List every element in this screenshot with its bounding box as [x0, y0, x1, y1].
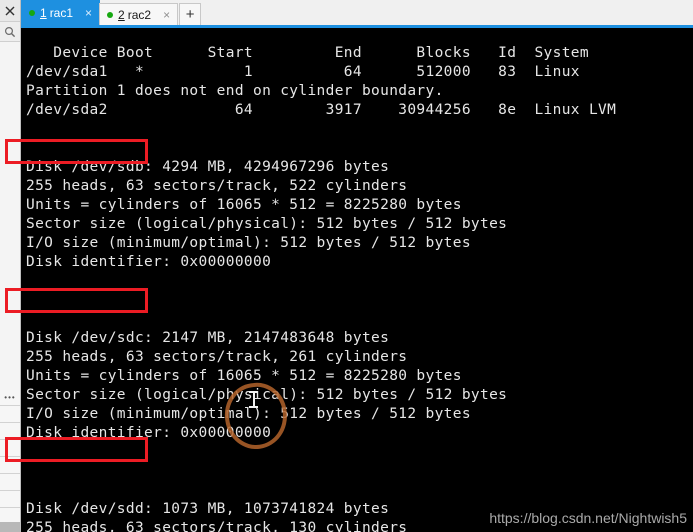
terminal-line: Disk identifier: 0x00000000: [26, 425, 272, 441]
terminal-line: Disk /dev/sdb: 4294 MB, 4294967296 bytes: [26, 159, 390, 175]
sidebar-overflow-dots[interactable]: •••: [0, 390, 20, 406]
sidebar-session-list[interactable]: •••: [0, 390, 20, 532]
tab-status-dot-icon: [107, 11, 114, 18]
close-icon[interactable]: [0, 0, 20, 22]
terminal-line: Sector size (logical/physical): 512 byte…: [26, 387, 508, 403]
terminal-line: 255 heads, 63 sectors/track, 261 cylinde…: [26, 349, 408, 365]
tab-close-icon[interactable]: ×: [161, 9, 172, 21]
terminal-line: Device Boot Start End Blocks Id System: [26, 45, 589, 61]
tab-close-icon[interactable]: ×: [83, 7, 94, 19]
terminal-line: /dev/sda2 64 3917 30944256 8e Linux LVM: [26, 102, 617, 118]
tab-rac2[interactable]: 2 rac2 ×: [99, 3, 179, 25]
terminal-line: I/O size (minimum/optimal): 512 bytes / …: [26, 235, 471, 251]
terminal-line: Partition 1 does not end on cylinder bou…: [26, 83, 444, 99]
sidebar-list-item[interactable]: [0, 457, 20, 474]
tab-index: 2: [118, 7, 125, 22]
terminal-line: Units = cylinders of 16065 * 512 = 82252…: [26, 368, 462, 384]
tab-rac1[interactable]: 1 rac1 ×: [21, 0, 101, 25]
terminal-text: Device Boot Start End Blocks Id System/d…: [21, 44, 693, 532]
terminal-line: Sector size (logical/physical): 512 byte…: [26, 216, 508, 232]
terminal-output-pane[interactable]: Device Boot Start End Blocks Id System/d…: [21, 28, 693, 532]
tab-label: rac1: [49, 6, 74, 20]
sidebar-list-item[interactable]: [0, 423, 20, 440]
tab-status-dot-icon: [29, 10, 35, 16]
sidebar-list-item[interactable]: [0, 406, 20, 423]
sidebar-list-item[interactable]: [0, 491, 20, 508]
tab-bar: 1 rac1 × 2 rac2 × +: [21, 0, 693, 25]
sidebar-list-item[interactable]: [0, 474, 20, 491]
sidebar-scrollbar[interactable]: [0, 522, 20, 532]
terminal-line: /dev/sda1 * 1 64 512000 83 Linux: [26, 64, 580, 80]
terminal-line: Disk /dev/sdd: 1073 MB, 1073741824 bytes: [26, 501, 390, 517]
left-sidebar: •••: [0, 0, 21, 532]
terminal-line: 255 heads, 63 sectors/track, 522 cylinde…: [26, 178, 408, 194]
terminal-app-window: ••• 1 rac1 × 2 rac2 × + Device Boot Star…: [0, 0, 693, 532]
tab-label: rac2: [127, 7, 152, 22]
terminal-line: 255 heads, 63 sectors/track, 130 cylinde…: [26, 520, 408, 532]
sidebar-list-item[interactable]: [0, 440, 20, 457]
terminal-line: Disk /dev/sdc: 2147 MB, 2147483648 bytes: [26, 330, 390, 346]
terminal-line: Units = cylinders of 16065 * 512 = 82252…: [26, 197, 462, 213]
tab-index: 1: [40, 6, 47, 20]
terminal-line: Disk identifier: 0x00000000: [26, 254, 272, 270]
new-tab-button[interactable]: +: [179, 3, 202, 25]
terminal-line: I/O size (minimum/optimal): 512 bytes / …: [26, 406, 471, 422]
search-icon[interactable]: [0, 22, 20, 42]
